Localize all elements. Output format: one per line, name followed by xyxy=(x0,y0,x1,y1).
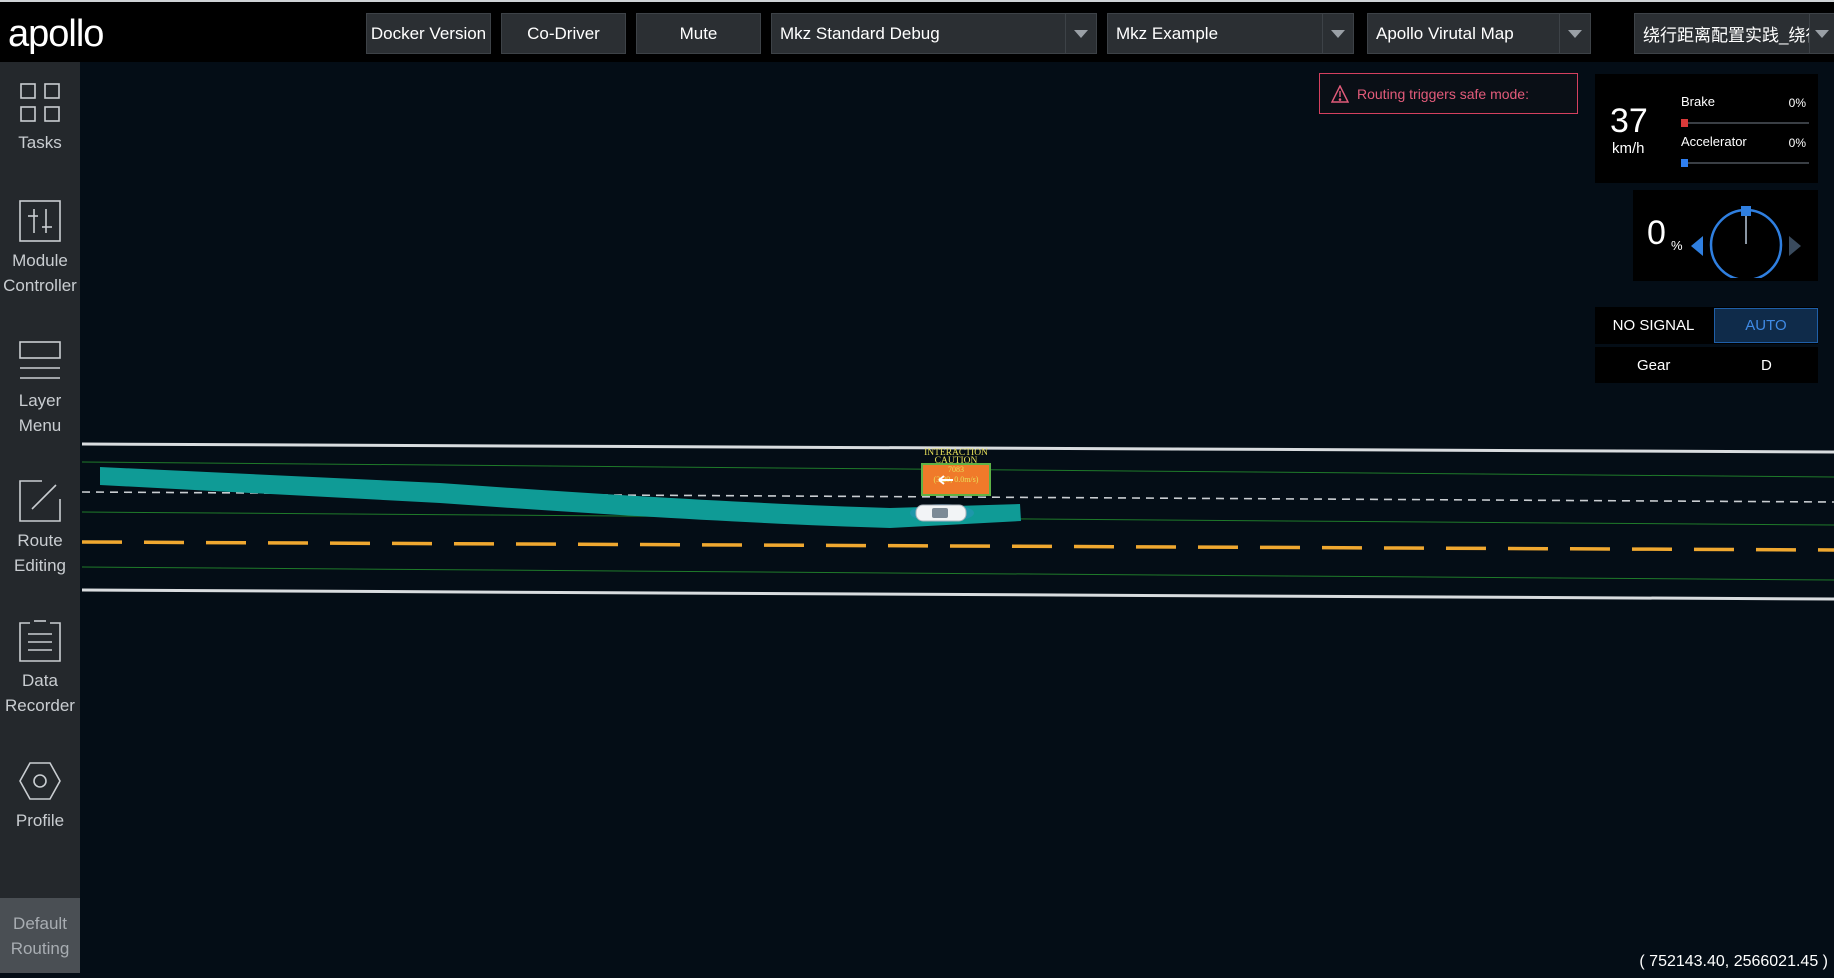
chevron-down-icon[interactable] xyxy=(1809,14,1834,53)
routing-alert: Routing triggers safe mode: xyxy=(1319,73,1578,114)
speed-panel: 37 km/h Brake 0% Accelerator 0% xyxy=(1595,74,1818,183)
signal-panel: NO SIGNAL AUTO xyxy=(1595,307,1818,344)
sidebar-item-label: Recorder xyxy=(5,696,75,715)
sidebar-item-label: Menu xyxy=(18,416,62,435)
accelerator-value: 0% xyxy=(1788,136,1806,150)
brake-bar-fill xyxy=(1681,119,1688,127)
chevron-down-icon[interactable] xyxy=(1322,14,1353,53)
default-routing-button[interactable]: Default Routing xyxy=(0,898,80,973)
brake-label: Brake xyxy=(1681,94,1715,109)
sidebar-item-module-controller[interactable]: Module Controller xyxy=(0,200,80,298)
chevron-down-icon[interactable] xyxy=(1559,14,1590,53)
route-icon xyxy=(19,480,61,522)
road-boundary-bottom xyxy=(81,588,1834,601)
sliders-icon xyxy=(19,200,61,242)
planning-path xyxy=(100,467,1021,528)
top-toolbar: apollo Docker Version Co-Driver Mute Mkz… xyxy=(0,0,1834,62)
lane-center-line xyxy=(81,566,1834,581)
map-coordinates: ( 752143.40, 2566021.45 ) xyxy=(1639,953,1828,970)
vehicle-select[interactable]: Mkz Example xyxy=(1107,13,1354,54)
brake-value: 0% xyxy=(1788,96,1806,110)
map-select-value: Apollo Virutal Map xyxy=(1376,23,1514,43)
driving-mode-button[interactable]: AUTO xyxy=(1714,308,1818,343)
alert-text: Routing triggers safe mode: xyxy=(1357,85,1529,102)
ego-vehicle xyxy=(910,504,974,522)
sidebar-item-label: Tasks xyxy=(18,133,62,152)
accelerator-bar-fill xyxy=(1681,159,1688,167)
sidebar-item-label: Layer xyxy=(18,391,62,410)
sidebar-item-label: Profile xyxy=(15,811,65,830)
layers-icon xyxy=(19,341,61,379)
mode-select[interactable]: Mkz Standard Debug xyxy=(771,13,1097,54)
warning-icon xyxy=(1331,84,1349,103)
turn-signal-status: NO SIGNAL xyxy=(1612,317,1695,334)
vehicle-select-value: Mkz Example xyxy=(1116,23,1219,43)
speed-value: 37 xyxy=(1610,102,1648,140)
sidebar-item-label: Controller xyxy=(3,276,77,295)
chevron-down-icon[interactable] xyxy=(1065,14,1096,53)
sidebar-item-label: Data xyxy=(22,671,58,690)
map-scene[interactable]: INTERACTION CAUTION 7083 (3.29, 0.0m/s) … xyxy=(80,62,1834,973)
scenario-select[interactable]: 绕行距离配置实践_绕行 xyxy=(1634,13,1834,54)
sidebar-item-profile[interactable]: Profile xyxy=(0,760,80,833)
map-select[interactable]: Apollo Virutal Map xyxy=(1367,13,1591,54)
grid-icon xyxy=(20,83,60,122)
sidebar-item-label: Module xyxy=(12,251,68,270)
sidebar-item-route-editing[interactable]: Route Editing xyxy=(0,480,80,578)
brake-bar xyxy=(1681,119,1809,127)
co-driver-button[interactable]: Co-Driver xyxy=(501,13,626,54)
sidebar-item-data-recorder[interactable]: Data Recorder xyxy=(0,620,80,718)
default-routing-label: Routing xyxy=(10,938,70,958)
obstacle-id: 7083 xyxy=(948,465,964,474)
obstacle-marker[interactable]: INTERACTION CAUTION 7083 (3.29, 0.0m/s) xyxy=(921,448,991,496)
sidebar-item-label: Editing xyxy=(14,556,66,575)
svg-text:apollo: apollo xyxy=(8,14,103,54)
clipboard-icon xyxy=(19,620,61,662)
accelerator-label: Accelerator xyxy=(1681,134,1747,149)
hexagon-icon xyxy=(19,762,61,800)
accelerator-bar xyxy=(1681,159,1809,167)
docker-version-button[interactable]: Docker Version xyxy=(366,13,491,54)
mute-button[interactable]: Mute xyxy=(636,13,761,54)
apollo-logo: apollo xyxy=(8,14,104,54)
steering-value: 0 xyxy=(1647,214,1666,252)
sidebar-item-layer-menu[interactable]: Layer Menu xyxy=(0,340,80,438)
lane-divider-yellow xyxy=(81,540,1834,552)
sidebar-item-tasks[interactable]: Tasks xyxy=(0,82,80,155)
steering-unit: % xyxy=(1671,238,1683,253)
steering-wheel-icon xyxy=(1691,206,1801,278)
sidebar-item-label: Route xyxy=(17,531,63,550)
gear-panel: Gear D xyxy=(1595,347,1818,383)
mode-select-value: Mkz Standard Debug xyxy=(780,23,940,43)
sidebar: Tasks Module Controller Layer Menu Route… xyxy=(0,62,80,973)
steering-panel: 0 % xyxy=(1633,190,1818,281)
gear-value: D xyxy=(1761,356,1772,374)
speed-unit: km/h xyxy=(1612,140,1645,157)
gear-label: Gear xyxy=(1637,356,1671,374)
default-routing-label: Default xyxy=(13,913,67,933)
road-canvas: INTERACTION CAUTION 7083 (3.29, 0.0m/s) xyxy=(81,442,1834,601)
scenario-select-value: 绕行距离配置实践_绕行 xyxy=(1643,26,1809,45)
